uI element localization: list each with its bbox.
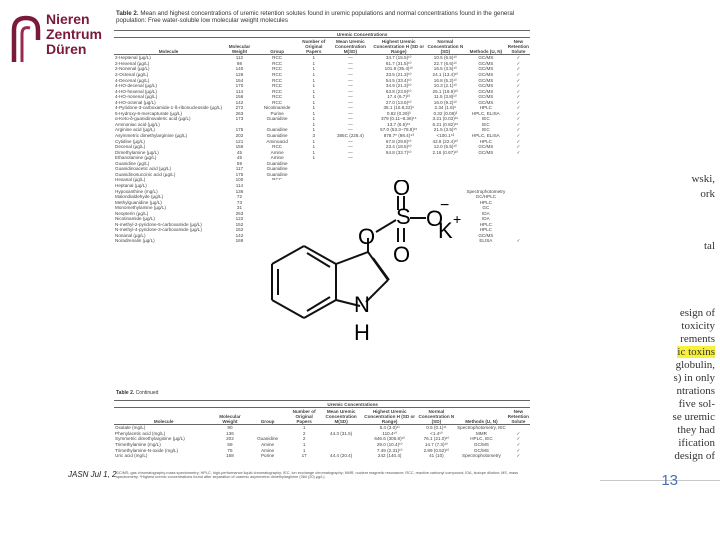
logo-line-2: Zentrum bbox=[46, 26, 102, 42]
paper-line: ork bbox=[700, 188, 715, 200]
indoxyl-sulfate-structure: S O O O O − K + N H bbox=[248, 175, 463, 345]
column-header: Mean Uremic Concentration M(SD) bbox=[319, 407, 363, 426]
column-header: Number of Original Papers bbox=[288, 407, 320, 426]
column-header: Normal Concentration N (SD) bbox=[416, 407, 457, 426]
table-cell: ELISA bbox=[479, 238, 493, 244]
paper-line: ification bbox=[678, 437, 715, 449]
potassium-charge: + bbox=[453, 211, 461, 227]
atom-o-top: O bbox=[393, 180, 410, 200]
caption-text: Continued bbox=[135, 390, 159, 396]
atom-h: H bbox=[354, 320, 370, 345]
column-header: New Retention Solute bbox=[506, 37, 530, 56]
table-cell: ✓ bbox=[516, 453, 521, 459]
paper-line: toxicity bbox=[681, 320, 715, 332]
logo-line-1: Nieren bbox=[46, 11, 90, 27]
table-footnote: GC/MS, gas chromatography-mass spectrome… bbox=[116, 471, 519, 480]
paper-line: wski, bbox=[691, 173, 715, 185]
paper-line: they had bbox=[677, 424, 715, 436]
atom-s: S bbox=[396, 204, 411, 229]
table-cell: Noradrenalin (µg/L) bbox=[115, 238, 155, 244]
table-title-label: Table 2. bbox=[116, 10, 139, 17]
column-header: New Retention Solute bbox=[506, 407, 530, 426]
atom-o-left: O bbox=[358, 224, 375, 249]
table-row: Uric acid (mg/L) 168 Purine 17 44.4 (20.4) 24… bbox=[114, 453, 530, 459]
paper-line: esign of bbox=[679, 307, 715, 319]
nierenzentrum-logo: Nieren Zentrum Düren bbox=[8, 10, 118, 70]
oxygen-charge: − bbox=[440, 197, 449, 214]
column-header: Group bbox=[246, 407, 289, 426]
column-header: Mean Uremic Concentration M(SD) bbox=[329, 37, 372, 56]
background-paper-text: wski, ork tal esign of toxicity rements … bbox=[515, 150, 716, 462]
column-header: Molecule bbox=[114, 37, 224, 56]
journal-citation: JASN Jul 1, 2 bbox=[68, 470, 117, 479]
page-footer: 13 bbox=[600, 470, 720, 494]
paper-line: s) in only bbox=[673, 372, 715, 384]
footer-rule bbox=[600, 480, 720, 481]
logo-line-3: Düren bbox=[46, 41, 87, 57]
column-header: Methods (U, N) bbox=[456, 407, 507, 426]
table-cell: 168 bbox=[226, 453, 234, 459]
column-header: Highest Uremic Concentration H (SD or Ra… bbox=[362, 407, 417, 426]
table-cell: 242 (140.4) bbox=[377, 453, 402, 459]
column-header: Number of Original Papers bbox=[298, 37, 329, 56]
header-group: Uremic Concentrations bbox=[298, 29, 426, 39]
column-header: Molecule bbox=[114, 407, 214, 426]
caption-label: Table 2. bbox=[116, 390, 135, 396]
molecule-drawing: S O O O O − K + N H bbox=[271, 175, 461, 345]
table-title-text: Mean and highest concentrations of uremi… bbox=[116, 10, 515, 24]
paper-line: ntrations bbox=[676, 385, 716, 397]
table-cell: Spectrophotometry bbox=[462, 453, 501, 459]
paper-line: tal bbox=[704, 240, 715, 252]
table-title: Table 2. Mean and highest concentrations… bbox=[116, 10, 526, 24]
uremic-solutes-table-continued: Uremic Concentrations Molecule Molecular … bbox=[114, 399, 530, 459]
table-cell: Purine bbox=[260, 453, 275, 459]
table-cell: 44.4 (20.4) bbox=[330, 453, 353, 459]
atom-n: N bbox=[354, 292, 370, 317]
paper-line: design of bbox=[674, 450, 715, 462]
atom-k: K bbox=[438, 218, 453, 243]
table-cell: 41 (10) bbox=[429, 453, 444, 459]
table-cell: 17 bbox=[301, 453, 307, 459]
page-number: 13 bbox=[661, 472, 678, 489]
paper-line: rements bbox=[680, 333, 715, 345]
column-header: Normal Concentration N (SD) bbox=[425, 37, 465, 56]
column-header: Molecular Weight bbox=[213, 407, 247, 426]
table-cell: Uric acid (mg/L) bbox=[115, 453, 148, 459]
header-group: Uremic Concentrations bbox=[288, 399, 417, 409]
highlighted-text: ic toxins bbox=[677, 346, 715, 358]
column-header: Highest Uremic Concentration H (SD or Ra… bbox=[371, 37, 426, 56]
paper-line: globulin, bbox=[675, 359, 715, 371]
table-continued-caption: Table 2. Continued bbox=[116, 390, 158, 396]
logo-mark-icon bbox=[11, 15, 41, 62]
column-header: Methods (U, N) bbox=[464, 37, 507, 56]
column-header: Group bbox=[255, 37, 299, 56]
column-header: Molecular Weight bbox=[223, 37, 256, 56]
table-cell: ✓ bbox=[516, 238, 521, 244]
paper-line: five sol- bbox=[678, 398, 715, 410]
paper-line: se uremic bbox=[672, 411, 715, 423]
atom-o-bottom: O bbox=[393, 242, 410, 267]
